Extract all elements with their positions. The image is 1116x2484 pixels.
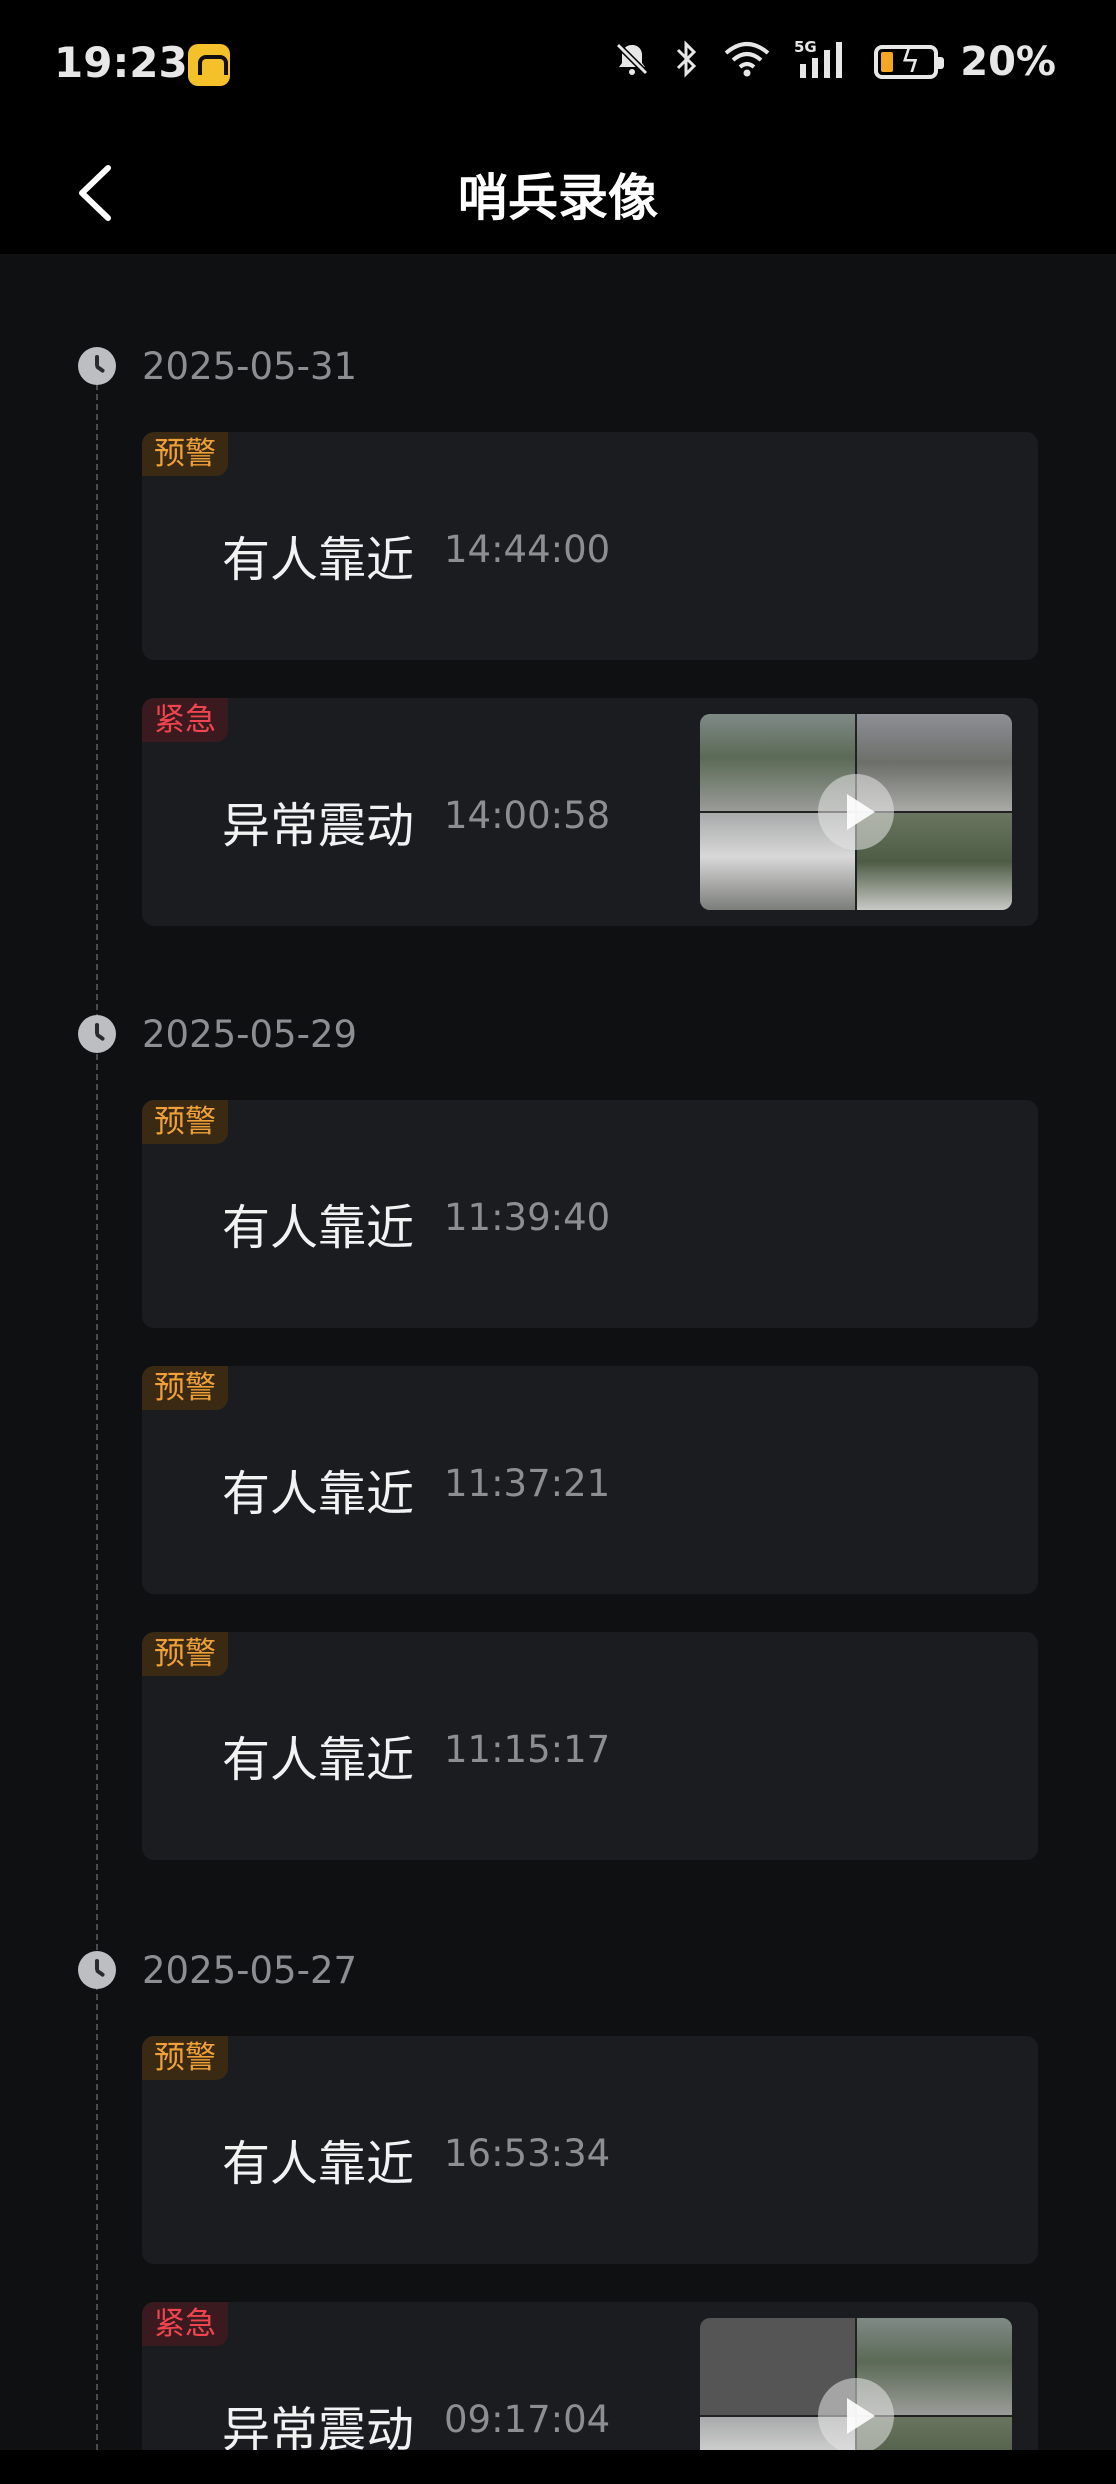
5g-signal-icon: 5G — [794, 38, 852, 86]
event-card[interactable]: 预警 有人靠近 11:39:40 — [142, 1100, 1038, 1328]
timeline-date: 2025-05-29 — [142, 1012, 358, 1056]
play-icon[interactable] — [818, 774, 894, 850]
event-time: 14:00:58 — [444, 794, 611, 837]
svg-text:5G: 5G — [794, 38, 817, 56]
event-time: 11:15:17 — [444, 1728, 611, 1771]
timeline-date-group: 2025-05-27 — [78, 1948, 358, 1992]
event-time: 09:17:04 — [444, 2398, 611, 2441]
mute-bell-icon — [612, 39, 652, 85]
event-name: 异常震动 — [222, 798, 415, 854]
battery-percent: 20% — [960, 39, 1056, 85]
bluetooth-icon — [674, 39, 700, 85]
event-name: 有人靠近 — [222, 532, 415, 588]
event-card[interactable]: 预警 有人靠近 14:44:00 — [142, 432, 1038, 660]
status-badge: 预警 — [142, 2036, 228, 2080]
video-thumbnail[interactable] — [700, 714, 1012, 910]
page-title: 哨兵录像 — [458, 169, 658, 227]
play-icon[interactable] — [818, 2378, 894, 2450]
event-time: 11:37:21 — [444, 1462, 611, 1505]
timeline-date: 2025-05-31 — [142, 344, 358, 388]
timeline-line — [96, 374, 98, 2450]
status-badge: 预警 — [142, 1100, 228, 1144]
event-card[interactable]: 紧急 异常震动 09:17:04 — [142, 2302, 1038, 2450]
app-notification-icon — [188, 44, 230, 86]
nav-header: 哨兵录像 — [0, 130, 1116, 254]
event-card[interactable]: 预警 有人靠近 11:37:21 — [142, 1366, 1038, 1594]
status-time: 19:23 — [54, 38, 188, 87]
event-name: 有人靠近 — [222, 1732, 415, 1788]
event-card[interactable]: 紧急 异常震动 14:00:58 — [142, 698, 1038, 926]
status-badge: 预警 — [142, 1632, 228, 1676]
battery-charging-icon: ϟ — [874, 45, 945, 80]
clock-icon — [78, 347, 116, 385]
status-badge: 紧急 — [142, 698, 228, 742]
event-card[interactable]: 预警 有人靠近 16:53:34 — [142, 2036, 1038, 2264]
bottom-safe-area — [0, 2450, 1116, 2484]
event-name: 有人靠近 — [222, 2136, 415, 2192]
clock-icon — [78, 1015, 116, 1053]
event-time: 14:44:00 — [444, 528, 611, 571]
event-time: 11:39:40 — [444, 1196, 611, 1239]
timeline-date-group: 2025-05-31 — [78, 344, 358, 388]
clock-icon — [78, 1951, 116, 1989]
status-icons: 5G ϟ 20% — [612, 36, 1056, 88]
status-bar: 19:23 5G ϟ 20% — [0, 0, 1116, 130]
event-name: 有人靠近 — [222, 1200, 415, 1256]
event-name: 异常震动 — [222, 2402, 415, 2450]
wifi-icon — [722, 39, 772, 85]
status-badge: 预警 — [142, 432, 228, 476]
event-time: 16:53:34 — [444, 2132, 611, 2175]
timeline-date-group: 2025-05-29 — [78, 1012, 358, 1056]
status-badge: 预警 — [142, 1366, 228, 1410]
timeline-date: 2025-05-27 — [142, 1948, 358, 1992]
video-thumbnail[interactable] — [700, 2318, 1012, 2450]
event-card[interactable]: 预警 有人靠近 11:15:17 — [142, 1632, 1038, 1860]
event-name: 有人靠近 — [222, 1466, 415, 1522]
timeline-list[interactable]: 2025-05-31 预警 有人靠近 14:44:00 紧急 异常震动 14:0… — [0, 254, 1116, 2450]
status-badge: 紧急 — [142, 2302, 228, 2346]
